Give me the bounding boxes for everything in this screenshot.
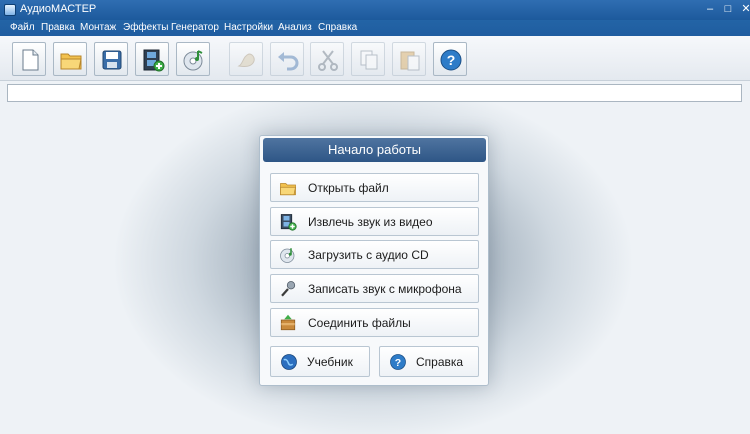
join-files-label: Соединить файлы <box>308 316 411 330</box>
join-files-action-button[interactable]: Соединить файлы <box>270 308 479 337</box>
save-button[interactable] <box>94 42 128 76</box>
load-cd-label: Загрузить с аудио CD <box>308 248 429 262</box>
menu-edit[interactable]: Правка <box>41 21 75 35</box>
extract-audio-action-button[interactable]: Извлечь звук из видео <box>270 207 479 236</box>
cut-button[interactable] <box>310 42 344 76</box>
undo-icon <box>278 52 299 71</box>
window-title: АудиоМАСТЕР <box>20 3 97 15</box>
menu-effects[interactable]: Эффекты <box>123 21 168 35</box>
paste-icon <box>400 51 420 71</box>
toolbar: ? <box>0 36 750 81</box>
open-folder-icon <box>280 183 296 196</box>
extract-from-video-button[interactable] <box>135 42 169 76</box>
menu-settings[interactable]: Настройки <box>224 21 273 35</box>
menu-analysis[interactable]: Анализ <box>278 21 312 35</box>
start-panel: Начало работы Открыть файл Извлечь звук … <box>259 135 489 386</box>
copy-icon <box>360 50 378 70</box>
record-disabled-icon <box>237 53 255 67</box>
open-file-button[interactable] <box>53 42 87 76</box>
open-file-action-button[interactable]: Открыть файл <box>270 173 479 202</box>
audio-cd-button[interactable] <box>176 42 210 76</box>
open-file-label: Открыть файл <box>308 181 389 195</box>
cut-icon <box>318 50 338 71</box>
extract-audio-label: Извлечь звук из видео <box>308 215 433 229</box>
help-button[interactable]: ? <box>433 42 467 76</box>
help-action-label: Справка <box>416 355 464 369</box>
copy-button[interactable] <box>351 42 385 76</box>
load-cd-action-button[interactable]: Загрузить с аудио CD <box>270 240 479 269</box>
tutorial-button[interactable]: Учебник <box>270 346 370 377</box>
title-bar: АудиоМАСТЕР – □ ✕ <box>0 0 750 20</box>
save-icon <box>102 50 122 70</box>
close-button[interactable]: ✕ <box>736 1 750 18</box>
extract-from-video-icon <box>143 49 165 72</box>
app-window: АудиоМАСТЕР – □ ✕ Файл Правка Монтаж Эфф… <box>0 0 750 434</box>
menu-montage[interactable]: Монтаж <box>80 21 116 35</box>
svg-text:?: ? <box>447 52 456 68</box>
maximize-button[interactable]: □ <box>718 1 738 18</box>
record-button[interactable] <box>229 42 263 76</box>
paste-button[interactable] <box>392 42 426 76</box>
start-panel-title: Начало работы <box>263 138 486 162</box>
audio-cd-icon <box>183 50 203 71</box>
cd-icon <box>280 248 295 263</box>
menu-bar: Файл Правка Монтаж Эффекты Генератор Нас… <box>0 20 750 36</box>
menu-file[interactable]: Файл <box>10 21 35 35</box>
info-bar <box>7 84 742 102</box>
menu-generator[interactable]: Генератор <box>171 21 219 35</box>
menu-help[interactable]: Справка <box>318 21 357 35</box>
new-file-icon <box>22 49 39 71</box>
globe-icon <box>281 354 297 370</box>
tutorial-label: Учебник <box>307 355 353 369</box>
join-files-icon <box>280 314 296 331</box>
new-file-button[interactable] <box>12 42 46 76</box>
record-mic-action-button[interactable]: Записать звук с микрофона <box>270 274 479 303</box>
svg-text:?: ? <box>395 357 401 369</box>
help-icon: ? <box>440 49 462 71</box>
minimize-button[interactable]: – <box>700 1 720 18</box>
help-icon: ? <box>390 354 406 370</box>
record-mic-label: Записать звук с микрофона <box>308 282 462 296</box>
help-action-button[interactable]: ? Справка <box>379 346 479 377</box>
open-folder-icon <box>60 53 82 70</box>
film-plus-icon <box>280 214 297 231</box>
undo-button[interactable] <box>270 42 304 76</box>
microphone-icon <box>281 281 296 297</box>
app-icon <box>4 4 16 16</box>
